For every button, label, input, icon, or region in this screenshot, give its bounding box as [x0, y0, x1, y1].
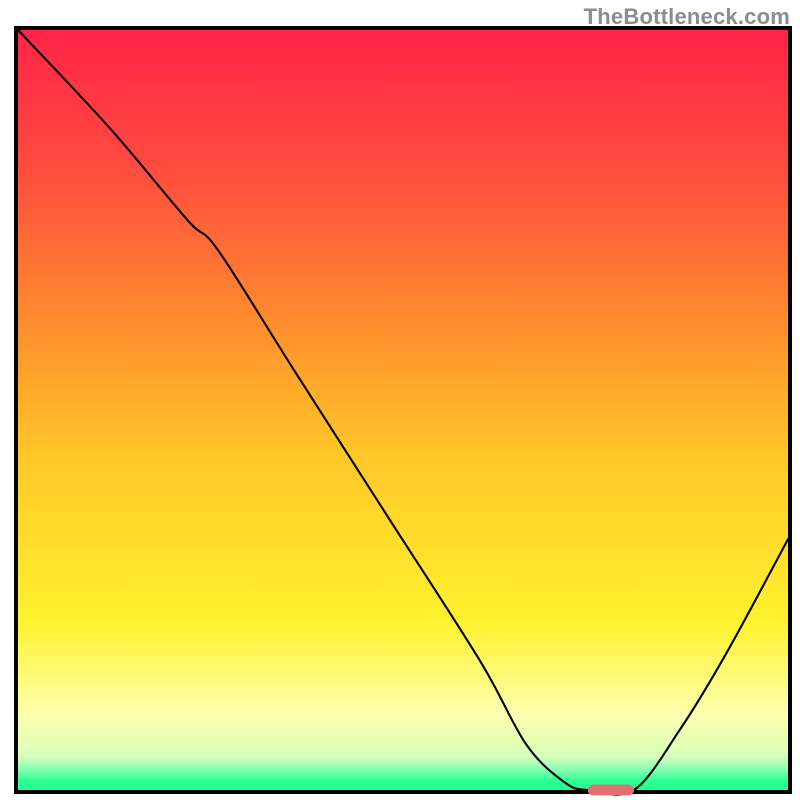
chart-container: TheBottleneck.com: [0, 0, 800, 800]
trough-marker: [588, 785, 634, 796]
watermark-text: TheBottleneck.com: [584, 4, 790, 30]
bottleneck-chart: [0, 0, 800, 800]
plot-area: [16, 28, 790, 792]
